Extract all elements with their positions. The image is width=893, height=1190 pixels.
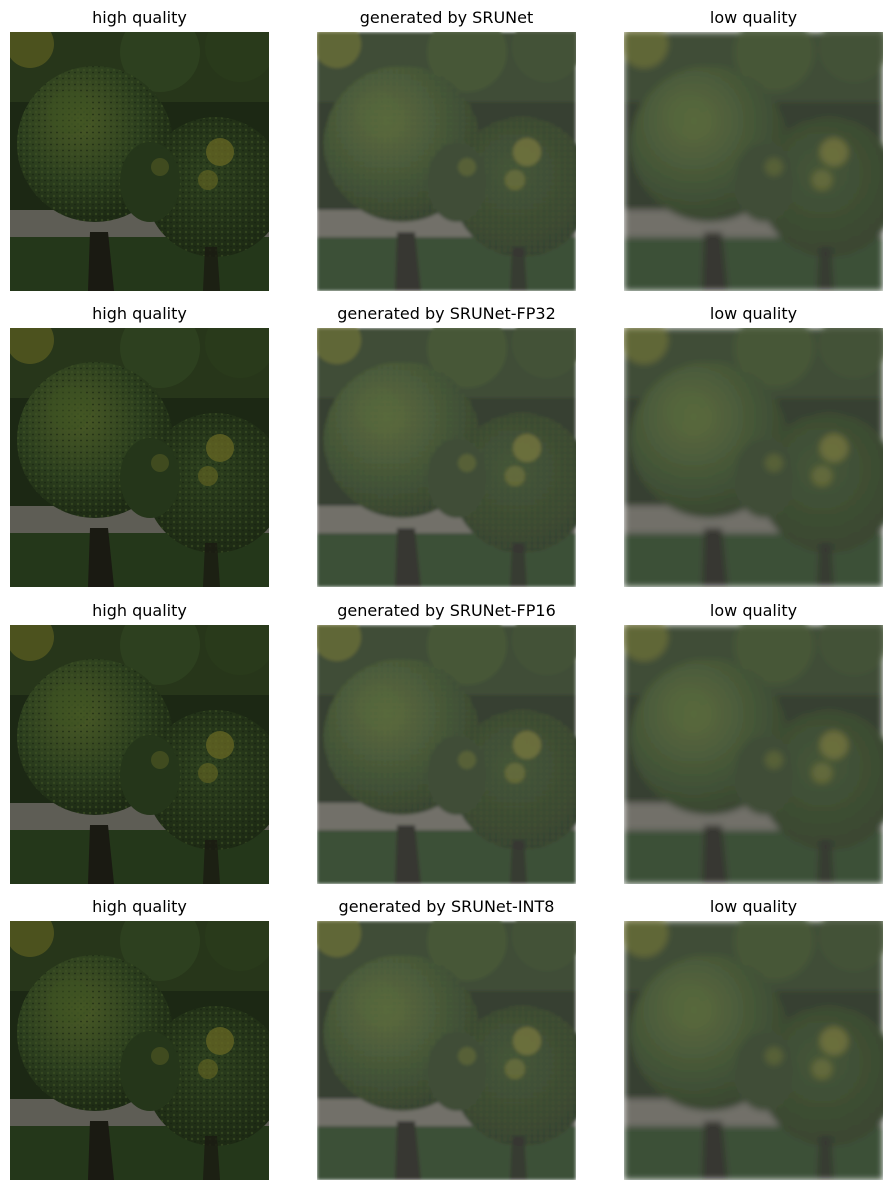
panel-title: low quality <box>709 897 798 916</box>
tree-image-gen <box>317 32 576 291</box>
tree-image-gen <box>317 921 576 1180</box>
panel-title: high quality <box>92 304 187 323</box>
panel-title: high quality <box>92 897 187 916</box>
tree-image-lq <box>624 921 883 1180</box>
tree-image-hq <box>10 328 269 587</box>
tree-image-gen <box>317 625 576 884</box>
panel-title: generated by SRUNet-INT8 <box>338 897 555 916</box>
panel-title: high quality <box>92 8 187 27</box>
panel-title: low quality <box>709 8 798 27</box>
tree-image-gen <box>317 328 576 587</box>
tree-image-lq <box>624 625 883 884</box>
panel-title: generated by SRUNet-FP16 <box>337 601 556 620</box>
tree-image-lq <box>624 32 883 291</box>
tree-image-hq <box>10 625 269 884</box>
tree-image-hq <box>10 921 269 1180</box>
tree-image-hq <box>10 32 269 291</box>
panel-title: low quality <box>709 601 798 620</box>
panel-title: high quality <box>92 601 187 620</box>
panel-title: generated by SRUNet-FP32 <box>337 304 556 323</box>
panel-title: low quality <box>709 304 798 323</box>
panel-title: generated by SRUNet <box>359 8 534 27</box>
tree-image-lq <box>624 328 883 587</box>
